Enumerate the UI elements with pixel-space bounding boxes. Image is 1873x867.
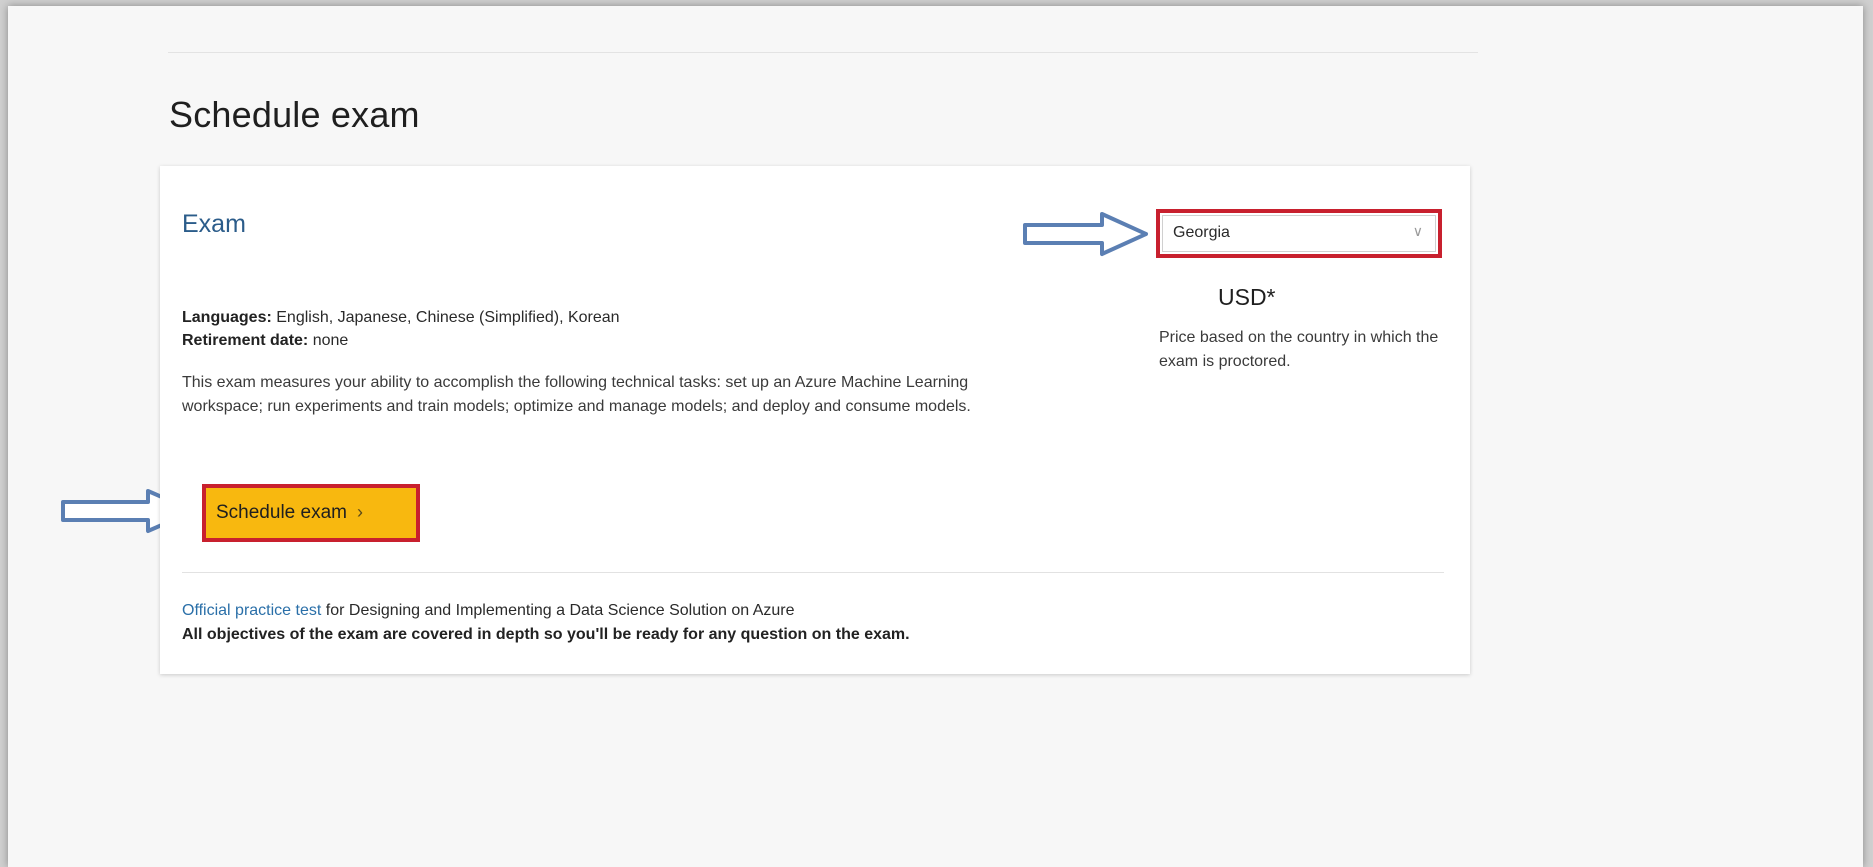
price-note: Price based on the country in which the …	[1159, 329, 1439, 370]
languages-value: English, Japanese, Chinese (Simplified),…	[276, 309, 620, 326]
practice-section: Official practice test for Designing and…	[182, 599, 910, 647]
practice-text: for Designing and Implementing a Data Sc…	[325, 602, 795, 619]
country-dropdown[interactable]: Georgia ∨	[1162, 215, 1436, 252]
annotation-arrow-icon	[1023, 212, 1148, 256]
exam-description: This exam measures your ability to accom…	[182, 374, 971, 415]
official-practice-test-link[interactable]: Official practice test	[182, 602, 321, 619]
schedule-exam-button[interactable]: Schedule exam ›	[206, 488, 416, 538]
languages-row: Languages: English, Japanese, Chinese (S…	[182, 306, 620, 329]
exam-heading: Exam	[182, 210, 246, 238]
chevron-down-icon: ∨	[1412, 223, 1423, 239]
practice-row: Official practice test for Designing and…	[182, 599, 910, 623]
page-title: Schedule exam	[169, 94, 420, 135]
retirement-value: none	[312, 332, 349, 349]
card-divider	[182, 572, 1444, 573]
screenshot-frame: Schedule exam Exam Languages: English, J…	[8, 6, 1863, 867]
retirement-row: Retirement date: none	[182, 329, 620, 352]
country-selected-value: Georgia	[1173, 224, 1230, 241]
chevron-right-icon: ›	[356, 502, 363, 522]
objectives-text: All objectives of the exam are covered i…	[182, 626, 910, 643]
exam-card: Exam Languages: English, Japanese, Chine…	[160, 166, 1470, 674]
schedule-button-label: Schedule exam	[216, 502, 347, 523]
exam-meta: Languages: English, Japanese, Chinese (S…	[182, 306, 620, 352]
retirement-label: Retirement date:	[182, 332, 309, 349]
languages-label: Languages:	[182, 309, 272, 326]
top-divider	[168, 52, 1478, 53]
exam-price: USD*	[1218, 284, 1276, 310]
